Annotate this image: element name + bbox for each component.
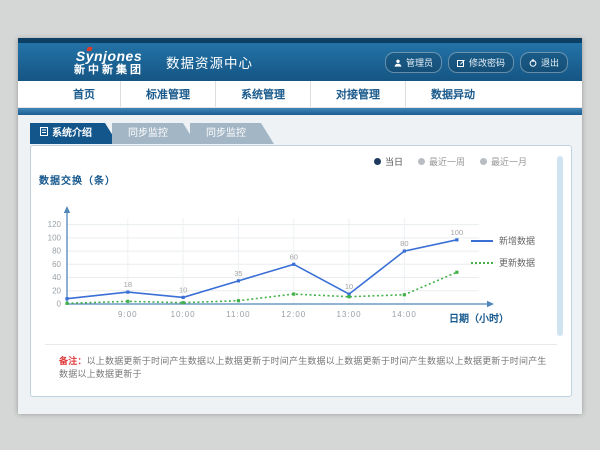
tab-system-intro[interactable]: 系统介绍 — [30, 123, 118, 144]
app-window: Synjones 新中新集团 数据资源中心 管理员 修改密码 退出 首页 标准管… — [18, 38, 582, 413]
line-chart: 0 20 40 60 80 100 120 9:00 10:00 11:00 12:00 13:00 1… — [41, 186, 503, 336]
data-point — [347, 295, 350, 298]
range-filter-group: 当日 最近一周 最近一月 — [374, 155, 527, 168]
change-password-button[interactable]: 修改密码 — [448, 52, 514, 73]
x-tick-label: 10:00 — [171, 310, 196, 319]
data-point-label: 35 — [234, 269, 242, 278]
data-point — [65, 297, 68, 300]
header-actions: 管理员 修改密码 退出 — [385, 52, 568, 73]
legend-item-updated-data[interactable]: 更新数据 — [471, 256, 535, 269]
radio-last-month-label: 最近一月 — [491, 155, 527, 168]
data-point — [182, 296, 185, 299]
y-tick-label: 80 — [52, 247, 61, 256]
data-point — [403, 249, 406, 252]
radio-dot — [418, 158, 425, 165]
y-tick-label: 120 — [48, 220, 62, 229]
y-axis-title: 数据交换（条） — [39, 172, 116, 187]
nav-item-interface-mgmt[interactable]: 对接管理 — [310, 81, 405, 107]
data-point-label: 60 — [290, 252, 298, 261]
radio-dot — [480, 158, 487, 165]
y-axis-arrow — [64, 206, 70, 213]
divider — [45, 344, 557, 345]
main-nav: 首页 标准管理 系统管理 对接管理 数据异动 — [18, 81, 582, 108]
page-title: 数据资源中心 — [166, 52, 253, 72]
y-tick-label: 100 — [48, 233, 62, 242]
legend-updated-data-label: 更新数据 — [499, 256, 535, 269]
y-tick-label: 20 — [52, 286, 61, 295]
data-point — [65, 302, 68, 305]
tab-bar: 系统介绍 同步监控 同步监控 — [18, 115, 582, 144]
logo: Synjones 新中新集团 — [74, 49, 144, 76]
document-icon — [40, 123, 48, 144]
legend-swatch-solid-blue — [471, 240, 493, 242]
logout-button[interactable]: 退出 — [520, 52, 568, 73]
data-point — [126, 290, 129, 293]
logo-text-en: Synjones — [74, 49, 144, 63]
x-tick-label: 11:00 — [226, 310, 250, 319]
tab-system-intro-label: 系统介绍 — [52, 123, 92, 144]
nav-accent-bar — [18, 108, 582, 115]
footnote: 备注：以上数据更新于时间产生数据以上数据更新于时间产生数据以上数据更新于时间产生… — [59, 354, 551, 380]
legend-new-data-label: 新增数据 — [499, 234, 535, 247]
tab-sync-monitor-2[interactable]: 同步监控 — [190, 123, 274, 144]
data-point — [292, 292, 295, 295]
radio-dot-selected — [374, 158, 381, 165]
data-point — [292, 263, 295, 266]
data-point — [237, 279, 240, 282]
logout-label: 退出 — [541, 56, 559, 69]
user-icon — [394, 59, 402, 67]
tab-sync-monitor-2-label: 同步监控 — [206, 123, 246, 144]
data-point — [403, 293, 406, 296]
logo-text-cn: 新中新集团 — [74, 65, 144, 76]
tab-sync-monitor-1[interactable]: 同步监控 — [112, 123, 196, 144]
admin-user-button[interactable]: 管理员 — [385, 52, 442, 73]
power-icon — [529, 59, 537, 67]
data-point — [182, 301, 185, 304]
y-tick-label: 60 — [52, 260, 61, 269]
nav-item-data-change[interactable]: 数据异动 — [405, 81, 500, 107]
data-point — [455, 238, 458, 241]
x-axis-title: 日期（小时） — [449, 310, 509, 325]
nav-item-system-mgmt[interactable]: 系统管理 — [215, 81, 310, 107]
nav-item-home[interactable]: 首页 — [48, 81, 120, 107]
x-tick-label: 9:00 — [118, 310, 138, 319]
data-point-label: 10 — [345, 282, 353, 291]
data-point-label: 100 — [451, 228, 464, 237]
x-tick-label: 12:00 — [281, 310, 306, 319]
data-point-label: 18 — [124, 280, 132, 289]
edit-icon — [457, 59, 465, 67]
x-tick-label: 13:00 — [337, 310, 362, 319]
change-password-label: 修改密码 — [469, 56, 505, 69]
x-tick-label: 14:00 — [392, 310, 417, 319]
data-point — [237, 299, 240, 302]
nav-item-standard-mgmt[interactable]: 标准管理 — [120, 81, 215, 107]
content-area: 系统介绍 同步监控 同步监控 当日 最近一周 — [18, 115, 582, 414]
chart-panel: 当日 最近一周 最近一月 数据交换（条） 0 20 40 60 80 100 120 9:00… — [30, 145, 572, 397]
scrollbar[interactable] — [557, 156, 563, 336]
data-point — [126, 300, 129, 303]
footnote-prefix: 备注： — [59, 356, 87, 366]
y-tick-label: 40 — [52, 273, 61, 282]
y-tick-label: 0 — [57, 300, 62, 309]
logo-accent-dot — [86, 47, 92, 51]
radio-today-label: 当日 — [385, 155, 403, 168]
radio-last-week-label: 最近一周 — [429, 155, 465, 168]
app-header: Synjones 新中新集团 数据资源中心 管理员 修改密码 退出 — [18, 43, 582, 81]
radio-today[interactable]: 当日 — [374, 155, 403, 168]
admin-user-label: 管理员 — [406, 56, 433, 69]
radio-last-week[interactable]: 最近一周 — [418, 155, 465, 168]
x-axis-arrow — [487, 301, 494, 307]
legend-item-new-data[interactable]: 新增数据 — [471, 234, 535, 247]
chart-legend: 新增数据 更新数据 — [471, 234, 535, 269]
tab-sync-monitor-1-label: 同步监控 — [128, 123, 168, 144]
data-point-label: 80 — [400, 239, 408, 248]
footnote-text: 以上数据更新于时间产生数据以上数据更新于时间产生数据以上数据更新于时间产生数据以… — [59, 356, 547, 379]
data-point-label: 10 — [179, 285, 187, 294]
legend-swatch-dotted-green — [471, 262, 493, 264]
radio-last-month[interactable]: 最近一月 — [480, 155, 527, 168]
series-line-新增数据 — [67, 240, 457, 299]
data-point — [455, 271, 458, 274]
